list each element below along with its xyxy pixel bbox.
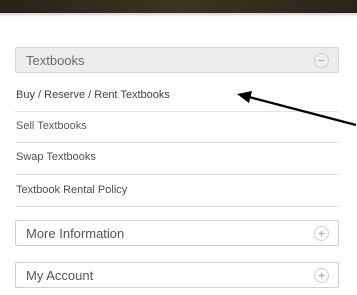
page: Textbooks Buy / Reserve / Rent Textbooks…: [0, 0, 357, 295]
sell-textbooks-link[interactable]: Sell Textbooks: [16, 120, 87, 132]
top-navigation-bar: [0, 0, 357, 13]
menu-divider: [15, 142, 339, 143]
plus-icon: [318, 272, 325, 278]
plus-icon: [318, 230, 325, 236]
arrow-icon: [237, 91, 357, 127]
more-information-accordion-header[interactable]: More Information: [15, 220, 339, 246]
my-account-accordion-label: My Account: [26, 267, 94, 283]
more-information-accordion-label: More Information: [26, 225, 125, 241]
my-account-accordion-header[interactable]: My Account: [15, 262, 339, 288]
plus-circle-icon[interactable]: [314, 267, 329, 283]
textbooks-accordion-header[interactable]: Textbooks: [15, 47, 339, 73]
menu-divider: [15, 206, 339, 207]
minus-icon: [318, 59, 325, 61]
plus-circle-icon[interactable]: [314, 225, 329, 241]
swap-textbooks-link[interactable]: Swap Textbooks: [16, 151, 96, 163]
menu-divider: [15, 111, 339, 112]
menu-divider: [15, 174, 339, 175]
top-bar-shadow: [0, 13, 357, 17]
textbooks-accordion-label: Textbooks: [26, 52, 85, 68]
textbook-rental-policy-link[interactable]: Textbook Rental Policy: [16, 184, 127, 196]
minus-circle-icon[interactable]: [314, 52, 329, 68]
buy-reserve-rent-textbooks-link[interactable]: Buy / Reserve / Rent Textbooks: [16, 89, 170, 101]
